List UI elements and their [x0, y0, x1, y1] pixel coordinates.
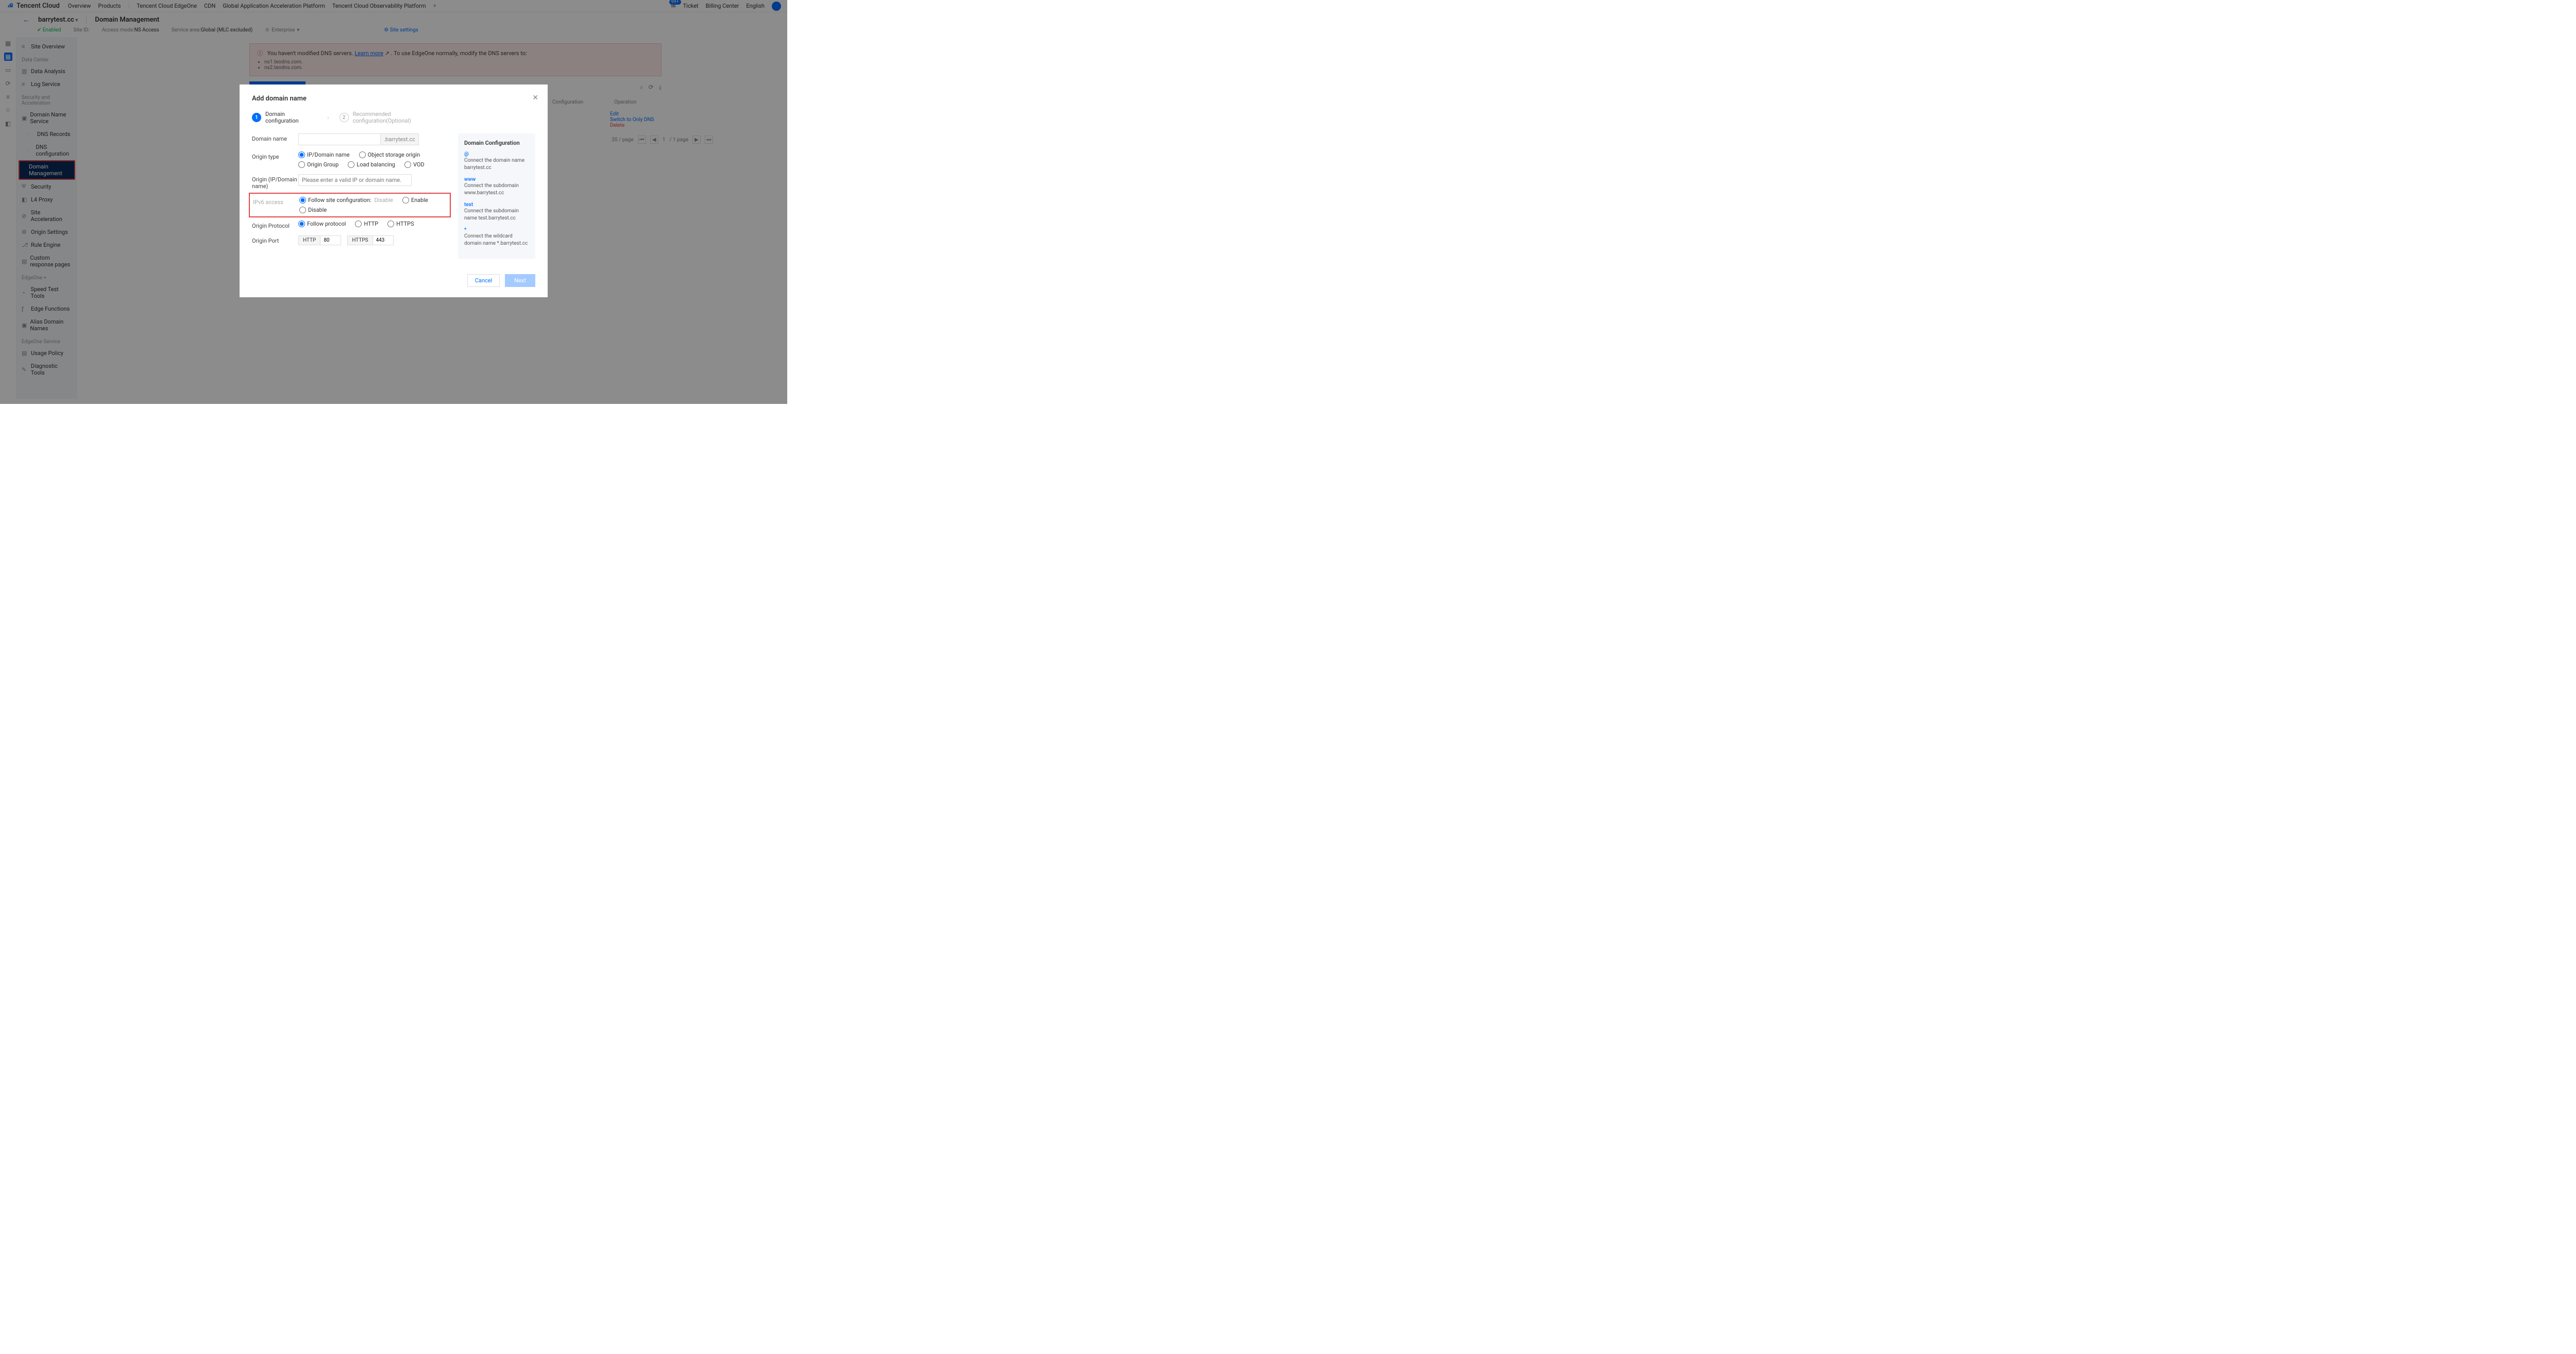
modal-steps: 1 Domain configuration › 2 Recommended c… [252, 111, 535, 124]
add-domain-modal: Add domain name ✕ 1 Domain configuration… [240, 84, 548, 297]
origin-ip-label: Origin (IP/Domain name) [252, 174, 298, 190]
domain-name-label: Domain name [252, 133, 298, 142]
port-https-label: HTTPS [347, 235, 372, 245]
modal-title: Add domain name [252, 95, 535, 103]
origin-type-label: Origin type [252, 151, 298, 160]
ipv6-enable[interactable]: Enable [402, 197, 428, 204]
origin-port-label: Origin Port [252, 235, 298, 244]
step-2: 2 Recommended configuration(Optional) [340, 111, 404, 124]
modal-overlay: Add domain name ✕ 1 Domain configuration… [0, 0, 787, 404]
port-http-label: HTTP [298, 235, 320, 245]
chevron-right-icon: › [327, 114, 329, 121]
domain-name-input[interactable] [298, 133, 381, 145]
cancel-button[interactable]: Cancel [467, 274, 500, 287]
origin-ip-input[interactable] [298, 174, 412, 186]
close-icon[interactable]: ✕ [532, 94, 538, 102]
port-http-input[interactable] [320, 235, 341, 245]
port-https-input[interactable] [373, 235, 394, 245]
origin-type-object-storage[interactable]: Object storage origin [359, 151, 420, 158]
proto-https[interactable]: HTTPS [387, 221, 414, 227]
ipv6-follow[interactable]: Follow site configuration:Disable [299, 197, 393, 204]
domain-config-help: Domain Configuration @Connect the domain… [458, 133, 535, 259]
origin-protocol-label: Origin Protocol [252, 221, 298, 229]
origin-type-vod[interactable]: VOD [404, 161, 425, 168]
origin-type-group[interactable]: Origin Group [298, 161, 338, 168]
ipv6-row-highlight: IPv6 access Follow site configuration:Di… [249, 193, 451, 217]
ipv6-disable[interactable]: Disable [299, 207, 327, 213]
domain-suffix: .barrytest.cc [381, 133, 419, 145]
proto-http[interactable]: HTTP [355, 221, 378, 227]
origin-type-ip[interactable]: IP/Domain name [298, 151, 350, 158]
ipv6-label: IPv6 access [253, 197, 299, 206]
step-1: 1 Domain configuration [252, 111, 317, 124]
proto-follow[interactable]: Follow protocol [298, 221, 346, 227]
next-button[interactable]: Next [505, 274, 535, 287]
origin-type-lb[interactable]: Load balancing [348, 161, 395, 168]
